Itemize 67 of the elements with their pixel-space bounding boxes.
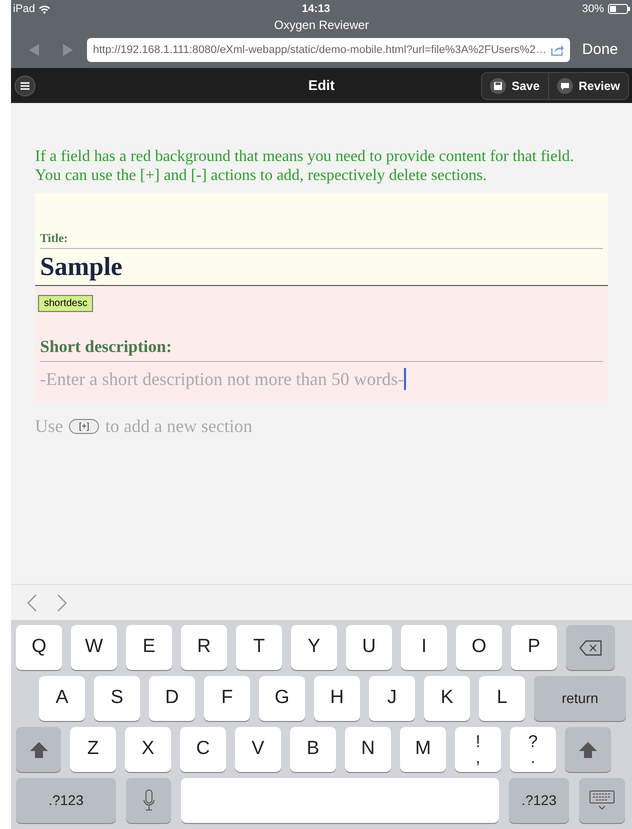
key[interactable]: Y (291, 625, 337, 670)
key[interactable]: U (346, 625, 392, 670)
done-button[interactable]: Done (578, 38, 622, 62)
key[interactable]: P (511, 625, 557, 670)
key[interactable]: return (534, 676, 626, 721)
title-field[interactable]: Sample (40, 249, 603, 285)
key[interactable]: B (290, 727, 336, 772)
key[interactable]: A (39, 676, 85, 721)
shift-arrow-key[interactable] (565, 727, 611, 772)
key[interactable]: L (479, 676, 525, 721)
shift-arrow-key[interactable] (16, 727, 61, 772)
delete-key[interactable] (566, 625, 615, 670)
instruction-text: If a field has a red background that means you need to provide content for that field. (35, 147, 575, 166)
shift-arrow-icon (578, 740, 598, 758)
menu-icon[interactable] (14, 74, 36, 96)
key[interactable]: R (181, 625, 227, 670)
next-chevron-icon[interactable] (57, 594, 67, 612)
share-icon[interactable] (550, 43, 564, 57)
key[interactable]: C (180, 727, 226, 772)
speech-bubble-icon (556, 78, 573, 94)
battery-icon (608, 4, 630, 14)
instruction-text: You can use the [+] and [-] actions to add, respectively delete sections. (35, 166, 488, 185)
clock: 14:13 (302, 2, 330, 17)
key[interactable]: D (149, 676, 195, 721)
key[interactable]: G (259, 676, 305, 721)
floppy-disk-icon (490, 78, 506, 94)
key[interactable]: M (400, 727, 446, 772)
key[interactable]: T (236, 625, 282, 670)
key[interactable]: .?123 (509, 778, 569, 823)
key[interactable]: ! , (455, 727, 501, 772)
hide-keyboard-icon (589, 790, 615, 812)
field-label: Short description: (40, 334, 603, 362)
page-title: Oxygen Reviewer (274, 18, 369, 32)
key[interactable]: O (456, 625, 502, 670)
key[interactable]: E (126, 625, 172, 670)
key[interactable]: ? . (510, 727, 556, 772)
field-label: Title: (40, 229, 603, 249)
element-tag: shortdesc (38, 295, 94, 312)
delete-icon (578, 640, 602, 656)
key[interactable]: K (424, 676, 470, 721)
key[interactable]: F (204, 676, 250, 721)
key[interactable]: N (345, 727, 391, 772)
toolbar-button[interactable]: Save (482, 72, 548, 98)
toolbar-button[interactable]: Review (548, 72, 628, 98)
hint-text: Use (35, 414, 63, 438)
key[interactable]: V (235, 727, 281, 772)
wifi-icon (39, 4, 50, 14)
battery-level: 30% (582, 2, 604, 17)
key[interactable]: H (314, 676, 360, 721)
add-section-button[interactable]: [+] (69, 418, 100, 434)
previous-chevron-icon[interactable] (27, 594, 37, 612)
shift-arrow-icon (28, 740, 48, 758)
key[interactable]: I (401, 625, 447, 670)
microphone-icon (142, 788, 154, 812)
microphone-key[interactable] (126, 778, 171, 823)
key[interactable]: Z (70, 727, 116, 772)
url-field[interactable]: http://192.168.1.111:8080/eXml-webapp/static/demo-mobile.html?url=file%3A%2FUsers%2… (87, 38, 570, 62)
key[interactable]: Q (16, 625, 62, 670)
key[interactable]: .?123 (16, 778, 116, 823)
toolbar-title: Edit (308, 76, 335, 95)
device-name: iPad (13, 2, 36, 17)
key[interactable]: W (71, 625, 117, 670)
hint-text: to add a new section (105, 414, 252, 438)
key[interactable]: S (94, 676, 140, 721)
hide-keyboard-key[interactable] (579, 778, 625, 823)
key[interactable]: X (125, 727, 171, 772)
key[interactable]: J (369, 676, 415, 721)
